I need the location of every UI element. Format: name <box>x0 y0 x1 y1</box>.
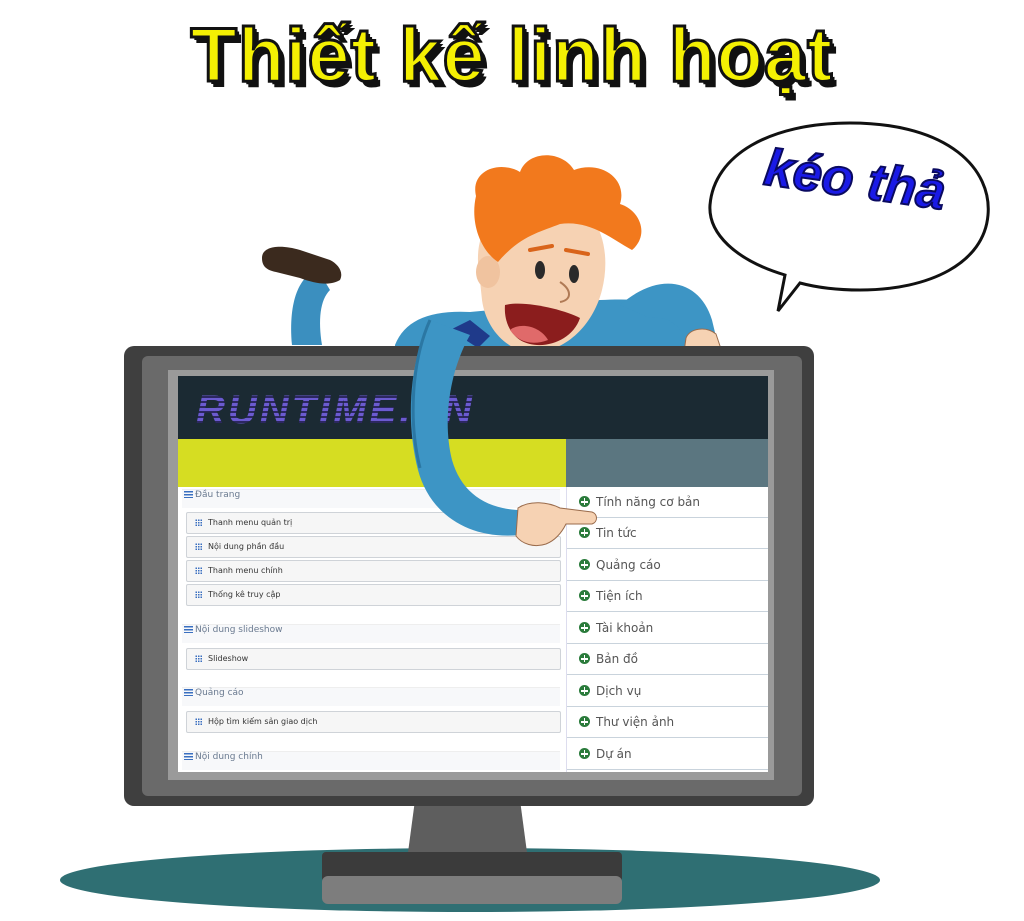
cartoon-man-arm <box>410 319 597 547</box>
